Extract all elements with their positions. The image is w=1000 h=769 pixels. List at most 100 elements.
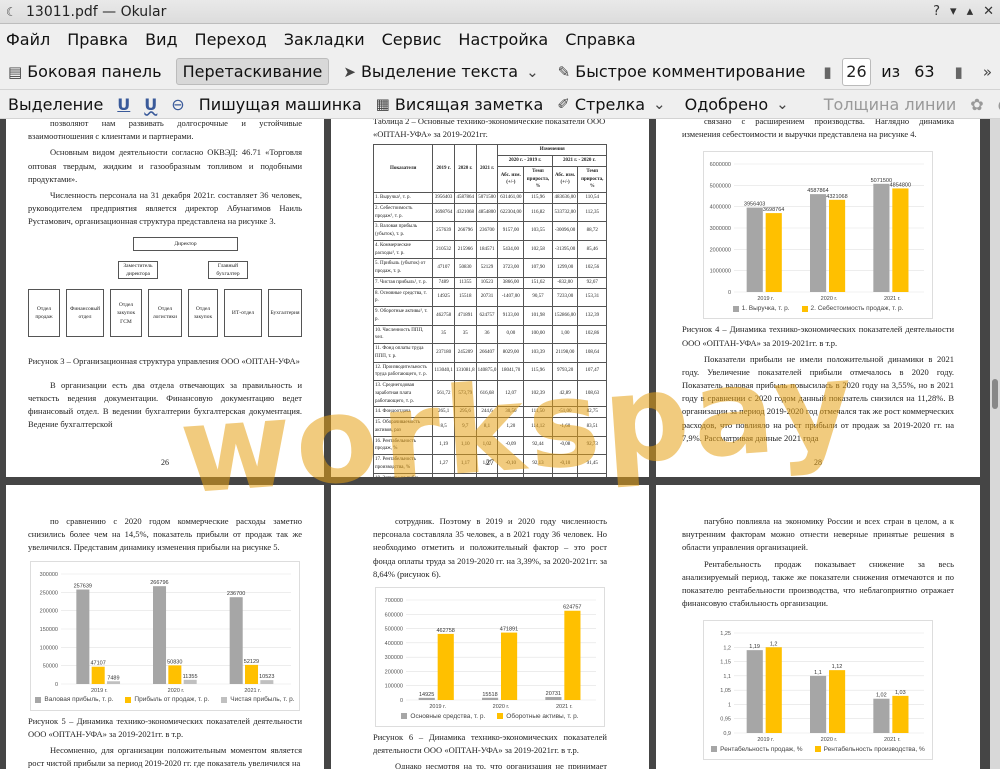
maximize-icon[interactable]: ▴ xyxy=(967,4,974,19)
scrollbar-thumb[interactable] xyxy=(992,379,998,409)
table-cell: 9. Оборотные активы¹, т. р. xyxy=(372,306,434,326)
underline-icon[interactable]: U xyxy=(117,95,130,114)
menu-edit[interactable]: Правка xyxy=(67,30,128,49)
table-header-cell: 2020 г. xyxy=(453,144,477,194)
y-tick-label: 1 xyxy=(728,703,731,709)
data-label: 3698764 xyxy=(763,207,784,213)
stamp-tool[interactable]: Одобрено ⌄ xyxy=(685,95,794,114)
page-number-input[interactable]: 26 xyxy=(841,57,872,86)
table-cell: 14925 xyxy=(432,287,455,308)
org-chart: Директор Заместитель директора Главный б… xyxy=(28,231,302,351)
menu-tools[interactable]: Сервис xyxy=(382,30,442,49)
bar xyxy=(829,670,846,734)
bar xyxy=(810,194,827,293)
table-header-cell: Показатели xyxy=(372,144,434,194)
menu-go[interactable]: Переход xyxy=(195,30,267,49)
next-page-icon[interactable]: ▮ xyxy=(955,63,963,81)
y-tick-label: 1,2 xyxy=(723,645,731,651)
y-tick-label: 1000000 xyxy=(710,269,731,275)
legend-item: Прибыль от продаж, т. р. xyxy=(125,695,209,705)
sticky-note-tool[interactable]: ▦ Висящая заметка xyxy=(376,95,544,114)
table-cell: 21198,00 xyxy=(551,343,579,363)
table-row: 11. Фонд оплаты труда ППП, т. р. 237180 24… xyxy=(372,343,607,363)
quick-comment-button[interactable]: ✎ Быстрое комментирование xyxy=(558,62,806,81)
help-icon[interactable]: ? xyxy=(933,4,940,19)
table-cell: -1407,00 xyxy=(497,287,525,308)
menu-view[interactable]: Вид xyxy=(145,30,177,49)
x-tick-label: 2019 г. xyxy=(91,688,108,694)
data-label: 471891 xyxy=(500,626,518,632)
text-select-button[interactable]: ➤ Выделение текста ⌄ xyxy=(343,62,543,81)
table-row: 8. Основные средства, т. р. 14925 15518 207… xyxy=(372,287,607,308)
page-31: пагубно повлияла на экономику России и в… xyxy=(656,485,980,769)
bar xyxy=(91,666,105,684)
table-cell: 244,6 xyxy=(475,406,499,419)
bar xyxy=(873,184,890,293)
x-tick-label: 2021 г. xyxy=(244,688,261,694)
table-cell: 107,47 xyxy=(577,361,607,382)
pen-icon: ✎ xyxy=(557,62,571,81)
overflow-menu-icon[interactable]: » xyxy=(983,63,992,81)
color-icon[interactable]: ✿ xyxy=(970,95,983,114)
document-viewport[interactable]: позволяют нам развивать долгосрочные и у… xyxy=(0,119,1000,769)
strikeout-icon[interactable]: ⊖ xyxy=(171,95,184,114)
bar xyxy=(564,610,581,700)
data-label: 1,2 xyxy=(770,641,778,647)
close-icon[interactable]: ✕ xyxy=(983,4,994,19)
legend-swatch xyxy=(497,713,504,720)
table-cell: 151,62 xyxy=(523,276,553,289)
table-cell: 9157,00 xyxy=(497,221,525,241)
okular-icon: ☾ xyxy=(6,4,17,19)
org-dept: Отдел продаж xyxy=(28,289,60,338)
data-label: 257639 xyxy=(74,583,92,589)
table-row: 9. Оборотные активы¹, т. р. 462758 471891 6… xyxy=(372,306,607,326)
sidebar-button[interactable]: ▤ Боковая панель xyxy=(8,62,162,81)
table-cell: 573,79 xyxy=(453,380,477,408)
y-tick-label: 5000000 xyxy=(710,184,731,190)
arrow-tool[interactable]: ✐ Стрелка ⌄ xyxy=(557,95,670,114)
prev-page-icon[interactable]: ▮ xyxy=(823,63,831,81)
chart-legend: Рентабельность продаж, % Рентабельность п… xyxy=(704,745,932,755)
table-cell: 18041,70 xyxy=(497,361,525,382)
org-deputy: Заместитель директора xyxy=(118,261,158,280)
table-row: 16. Рентабельность продаж, % 1,19 1,10 1,02… xyxy=(372,435,607,456)
menu-settings[interactable]: Настройка xyxy=(458,30,548,49)
line-width-control[interactable]: Толщина линии xyxy=(824,95,957,114)
vertical-scrollbar[interactable] xyxy=(990,119,1000,769)
menu-bookmarks[interactable]: Закладки xyxy=(284,30,365,49)
chart-legend: Валовая прибыль, т. р. Прибыль от продаж,… xyxy=(31,695,299,705)
table-cell: 3956403 xyxy=(432,192,455,204)
bar xyxy=(892,188,909,293)
table-cell: 100,00 xyxy=(523,324,553,345)
y-tick-label: 200000 xyxy=(40,608,58,614)
y-tick-label: 6000000 xyxy=(710,162,731,168)
figure-caption: Рисунок 4 – Динамика технико-экономическ… xyxy=(682,324,954,348)
fig5-svg: 0 50000 100000 150000 200000 250000 300000 2576… xyxy=(40,572,291,694)
table-cell: 8. Основные средства, т. р. xyxy=(372,287,434,308)
figure-caption: Рисунок 5 – Динамика технико-экономическ… xyxy=(28,715,302,739)
paragraph: позволяют нам развивать долгосрочные и у… xyxy=(28,119,302,142)
select-tool[interactable]: Выделение xyxy=(8,95,103,114)
table-cell: 101,92 xyxy=(577,472,607,477)
menu-file[interactable]: Файл xyxy=(6,30,50,49)
y-tick-label: 0 xyxy=(400,698,403,704)
table-cell: 112,35 xyxy=(577,202,607,223)
table-cell: 4854800 xyxy=(475,202,499,223)
table-cell: 9793,20 xyxy=(551,361,579,382)
table-cell: 3. Валовая прибыль (убыток), т. р. xyxy=(372,221,434,241)
legend-label: Рентабельность производства, % xyxy=(823,746,925,754)
table-cell: 3698764 xyxy=(432,202,455,223)
drag-mode-button[interactable]: Перетаскивание xyxy=(175,58,330,85)
legend-swatch xyxy=(732,305,739,312)
table-cell: 42,89 xyxy=(551,380,579,408)
table-cell: 237180 xyxy=(432,343,455,363)
y-tick-label: 50000 xyxy=(43,663,58,669)
typewriter-tool[interactable]: Пишущая машинка xyxy=(199,95,362,114)
table-cell: 102,58 xyxy=(523,239,553,260)
squiggle-icon[interactable]: U xyxy=(144,95,157,114)
bar xyxy=(501,632,518,700)
minimize-icon[interactable]: ▾ xyxy=(950,4,957,19)
paragraph: В организации есть два отдела отвечающих… xyxy=(28,379,302,430)
menu-help[interactable]: Справка xyxy=(565,30,636,49)
org-dept: Отдел закупок ГСМ xyxy=(110,289,142,338)
